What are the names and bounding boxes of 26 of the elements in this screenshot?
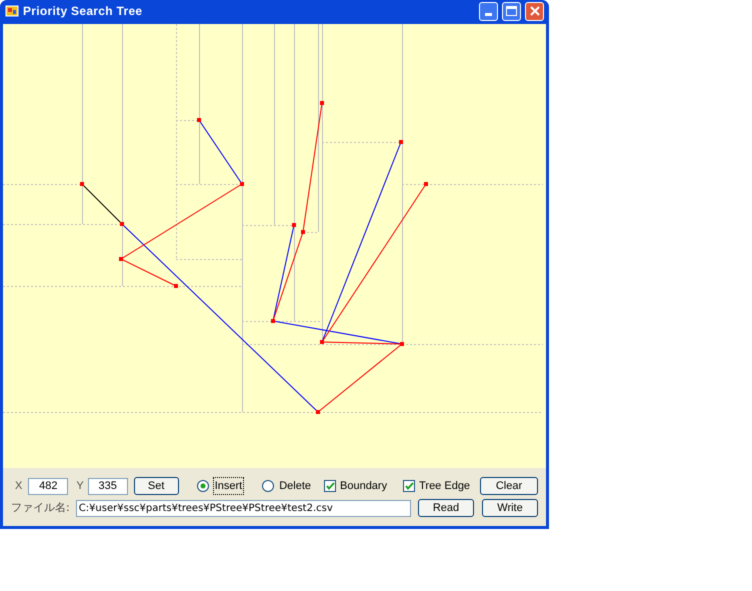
window-title: Priority Search Tree xyxy=(23,3,144,20)
write-button[interactable]: Write xyxy=(482,499,538,517)
radio-label[interactable]: Insert xyxy=(212,476,244,496)
maximize-button[interactable] xyxy=(502,2,521,20)
y-label: Y xyxy=(76,478,84,494)
file-name-label: ファイル名: xyxy=(11,500,70,516)
minimize-button[interactable] xyxy=(479,2,498,20)
checkbox-label[interactable]: Boundary xyxy=(340,478,388,494)
y-field[interactable]: 335 xyxy=(88,478,128,494)
radio-button[interactable] xyxy=(262,480,274,492)
clear-button[interactable]: Clear xyxy=(480,477,538,495)
radio-label[interactable]: Delete xyxy=(278,478,312,494)
file-path-field[interactable]: C:¥user¥ssc¥parts¥trees¥PStree¥PStree¥test2.csv xyxy=(76,500,411,516)
minimize-icon xyxy=(485,12,492,16)
read-button[interactable]: Read xyxy=(418,499,474,517)
maximize-icon xyxy=(506,6,517,16)
close-button[interactable] xyxy=(525,2,544,20)
checkbox[interactable] xyxy=(403,480,416,492)
checkbox[interactable] xyxy=(324,480,336,492)
set-button[interactable]: Set xyxy=(134,477,179,495)
radio-button[interactable] xyxy=(196,480,209,492)
app-icon xyxy=(5,4,19,18)
x-label: X xyxy=(15,478,22,494)
checkbox-label[interactable]: Tree Edge xyxy=(419,478,470,494)
close-icon xyxy=(530,6,540,16)
x-field[interactable]: 482 xyxy=(28,478,68,494)
